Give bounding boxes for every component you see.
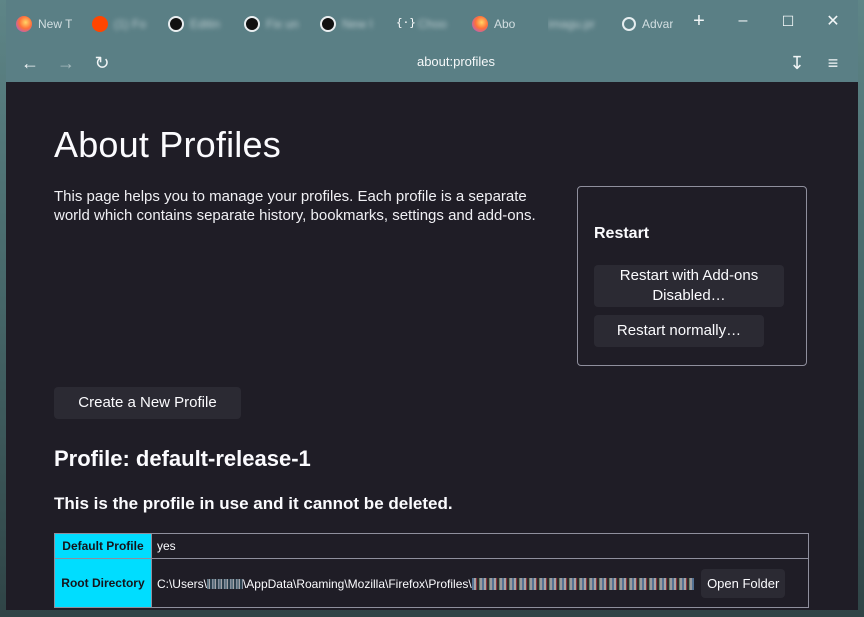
root-directory-header: Root Directory	[54, 558, 152, 608]
restart-normally-button[interactable]: Restart normally…	[594, 315, 764, 347]
minimize-icon[interactable]: –	[728, 8, 758, 34]
github-icon	[320, 16, 336, 32]
root-directory-value: C:\Users\ \AppData\Roaming\Mozilla\Firefo…	[150, 558, 810, 608]
table-row: Default Profile yes	[54, 533, 810, 559]
default-profile-header: Default Profile	[54, 533, 152, 559]
root-path-middle: \AppData\Roaming\Mozilla\Firefox\Profile…	[242, 576, 472, 591]
tab-imagu[interactable]: imagu.pr	[548, 12, 606, 36]
redacted-username	[206, 579, 243, 590]
browser-window: New T (1) Fo Editin Fix un New I {·} Cho…	[6, 0, 858, 610]
tab-advanced[interactable]: Advar	[622, 12, 680, 36]
new-tab-icon[interactable]: +	[684, 8, 714, 34]
restart-addons-disabled-button[interactable]: Restart with Add-ons Disabled…	[594, 265, 784, 307]
open-folder-button[interactable]: Open Folder	[701, 568, 786, 598]
tab-strip: New T (1) Fo Editin Fix un New I {·} Cho…	[6, 0, 858, 44]
download-icon[interactable]: ↧	[784, 51, 810, 75]
firefox-icon	[472, 16, 488, 32]
github-icon	[244, 16, 260, 32]
github-icon	[168, 16, 184, 32]
forward-icon[interactable]: →	[53, 51, 79, 75]
table-row: Root Directory C:\Users\ \AppData\Roaming…	[54, 558, 810, 608]
tab-about-profiles[interactable]: Abo	[472, 12, 526, 36]
create-profile-button[interactable]: Create a New Profile	[54, 387, 241, 419]
page-content: About Profiles This page helps you to ma…	[6, 82, 858, 610]
tab-github-fix[interactable]: Fix un	[244, 12, 302, 36]
tab-new-tab[interactable]: New T	[16, 12, 74, 36]
page-title: About Profiles	[54, 124, 281, 165]
maximize-icon[interactable]: ☐	[773, 8, 803, 34]
menu-icon[interactable]: ≡	[820, 51, 846, 75]
tab-choose[interactable]: {·} Choo	[396, 12, 454, 36]
tab-github-new[interactable]: New I	[320, 12, 378, 36]
back-icon[interactable]: ←	[17, 51, 43, 75]
reddit-icon	[92, 16, 108, 32]
default-profile-value: yes	[150, 533, 810, 559]
tab-reddit[interactable]: (1) Fo	[92, 12, 150, 36]
page-intro: This page helps you to manage your profi…	[54, 188, 536, 224]
code-icon: {·}	[396, 16, 416, 29]
restart-panel: Restart Restart with Add-ons Disabled… R…	[577, 186, 807, 366]
tab-github-editing[interactable]: Editin	[168, 12, 226, 36]
redacted-profile-folder	[471, 578, 694, 591]
reload-icon[interactable]: ↻	[89, 51, 115, 75]
profile-in-use-note: This is the profile in use and it cannot…	[54, 494, 453, 513]
root-path-prefix: C:\Users\	[156, 576, 207, 591]
restart-heading: Restart	[594, 225, 650, 242]
url-bar[interactable]: about:profiles	[346, 54, 566, 69]
profile-table: Default Profile yes Root Directory C:\Us…	[54, 533, 810, 608]
profile-title: Profile: default-release-1	[54, 446, 311, 471]
firefox-icon	[16, 16, 32, 32]
gear-icon	[622, 17, 636, 31]
close-icon[interactable]: ✕	[818, 8, 848, 34]
nav-toolbar: ← → ↻ about:profiles ↧ ≡	[6, 44, 858, 82]
